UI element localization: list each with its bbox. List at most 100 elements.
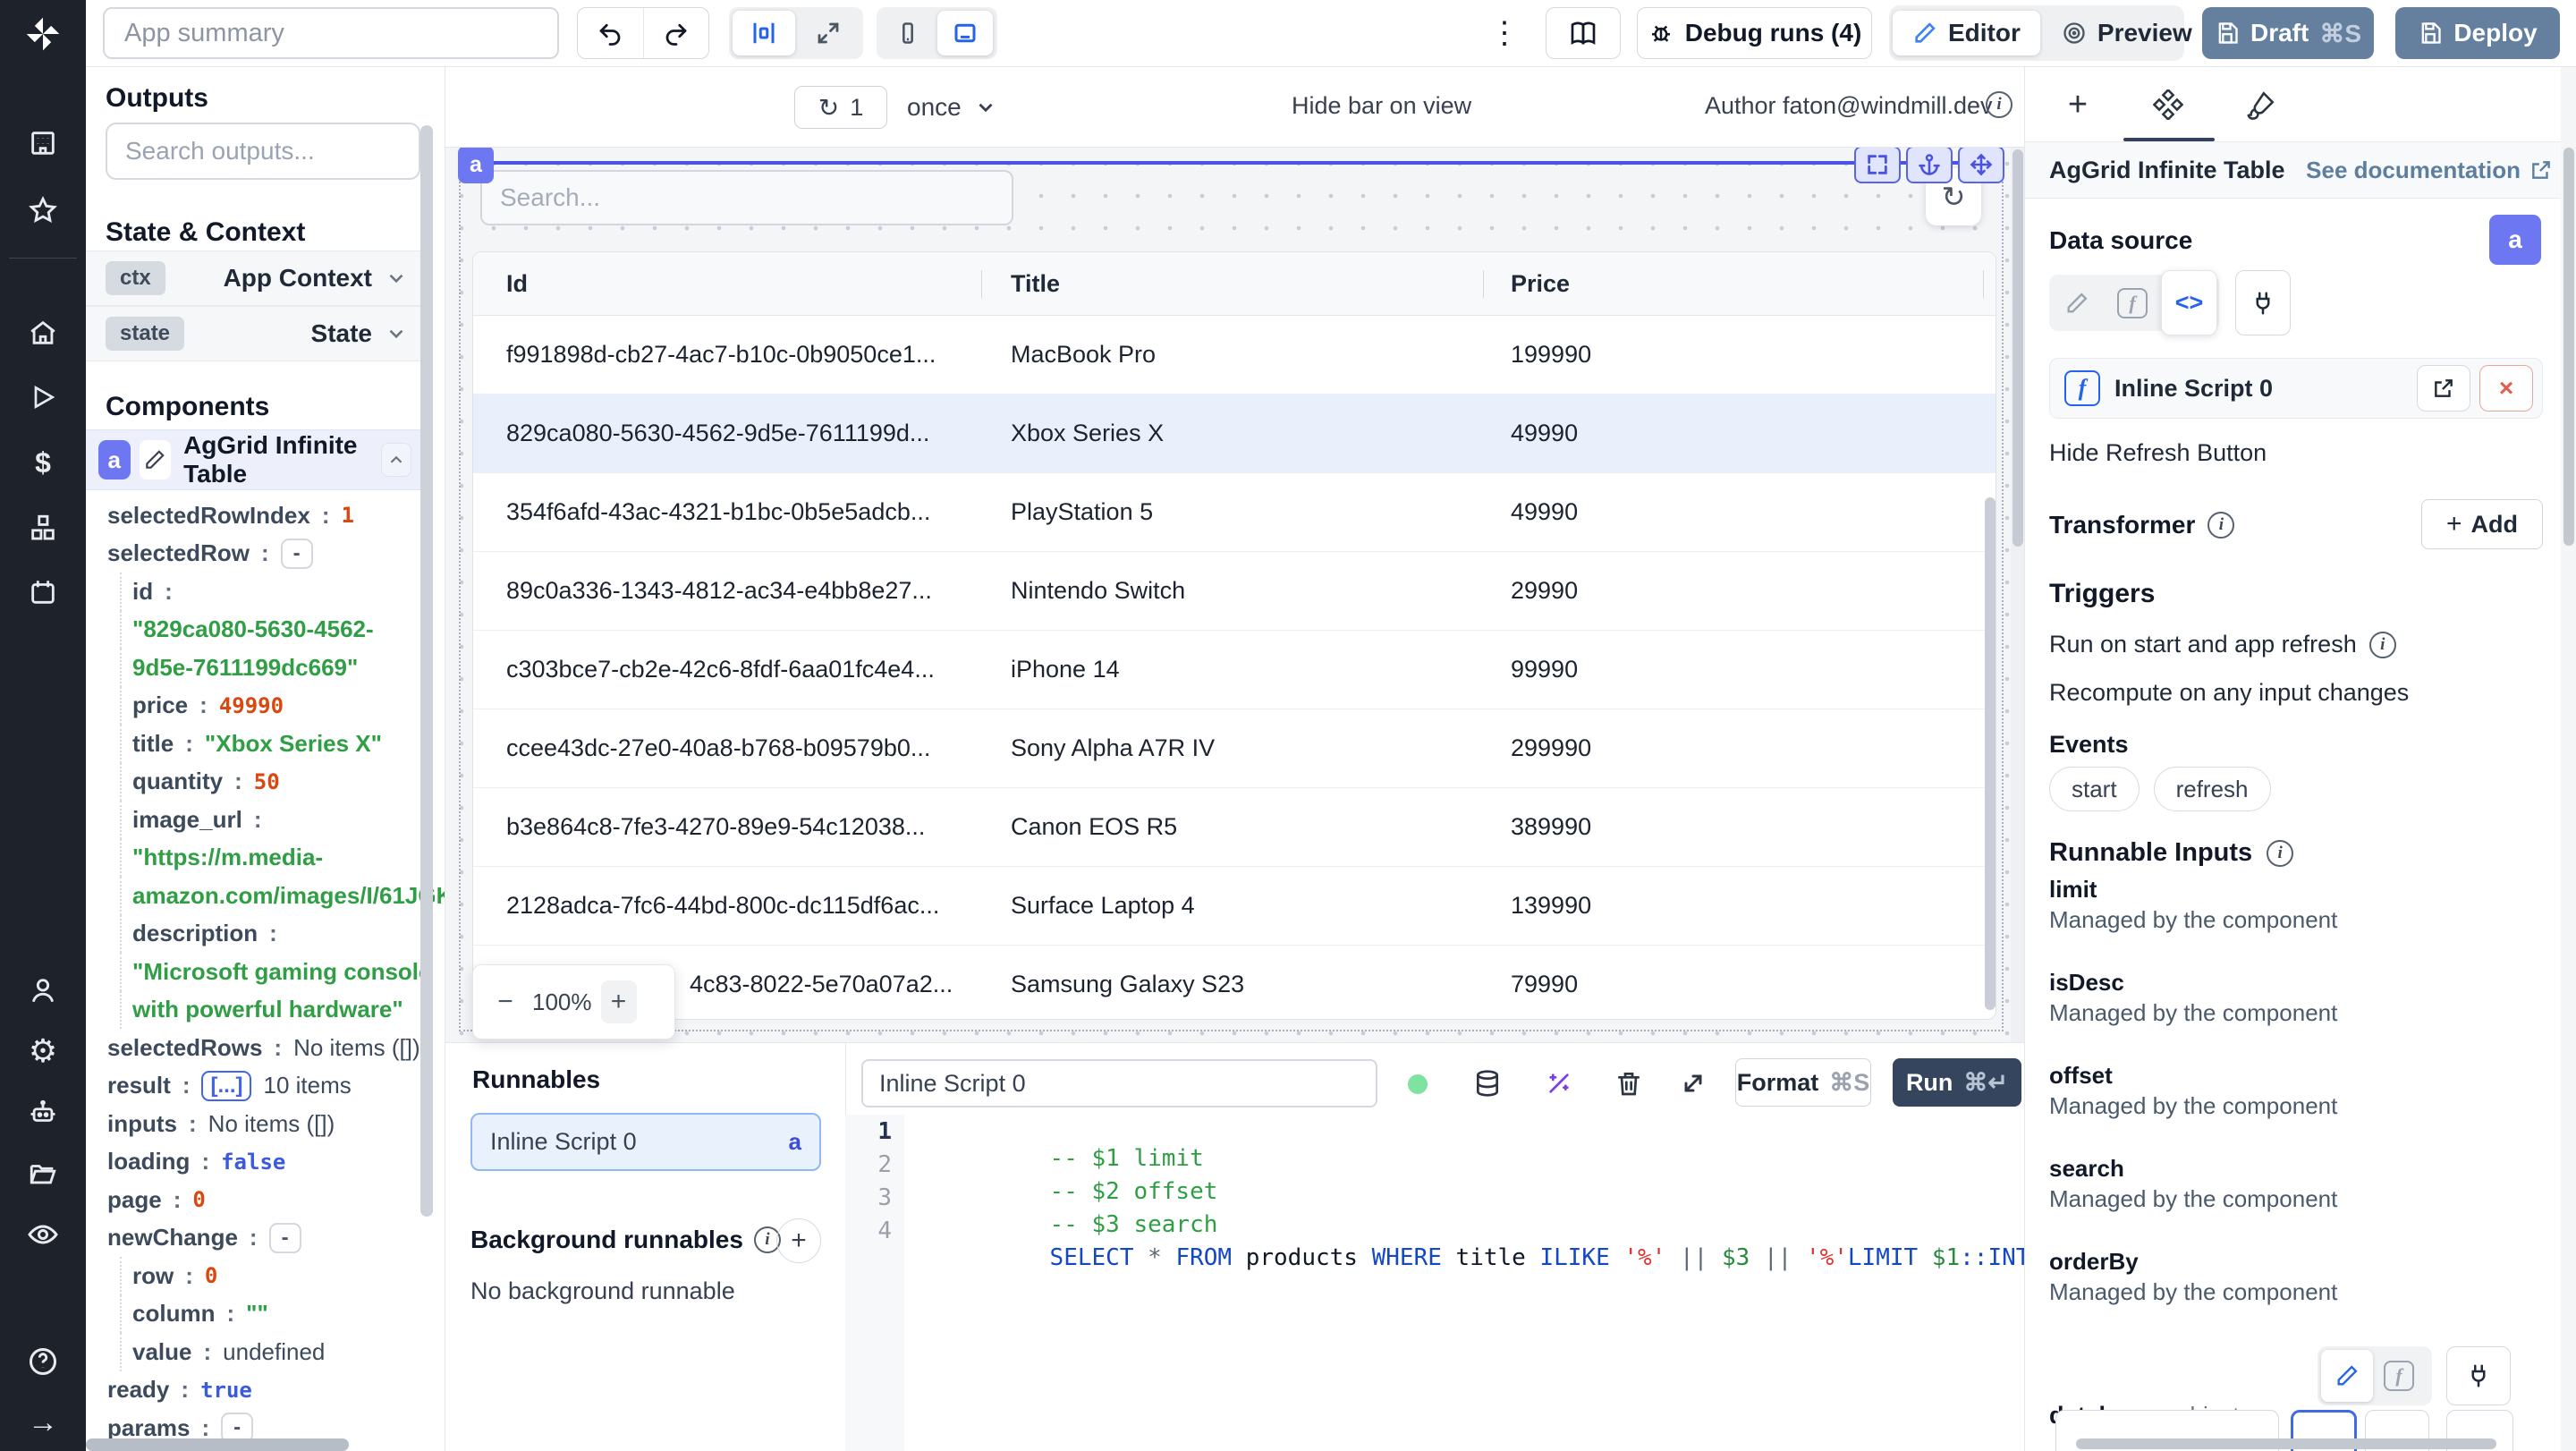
tab-preview[interactable]: Preview [2042,11,2212,55]
windmill-logo[interactable] [0,0,86,67]
ctx-row[interactable]: ctx App Context [86,250,420,306]
component-row[interactable]: a AgGrid Infinite Table [86,429,420,490]
output-tree-row[interactable]: inputs: No items ([]) [107,1105,420,1143]
chevron-down-icon[interactable] [385,322,408,345]
database-pencil-button[interactable] [2321,1350,2373,1402]
output-tree-row[interactable]: value: undefined [120,1333,420,1371]
output-tree-row[interactable]: amazon.com/images/I/61JGKhd [120,877,445,915]
add-transformer-button[interactable]: + Add [2421,499,2543,549]
output-tree-row[interactable]: "Microsoft gaming console [120,953,431,991]
database-template-button[interactable]: f [2373,1361,2425,1391]
event-pill[interactable]: refresh [2153,767,2271,811]
transformer-info-icon[interactable]: i [2207,512,2235,539]
connect-mode-button[interactable] [2235,270,2291,335]
redo-button[interactable] [642,8,709,58]
format-button[interactable]: Format ⌘S [1735,1058,1871,1107]
resources-cubes-icon[interactable] [0,512,86,544]
align-center-button[interactable] [733,11,795,55]
event-pill[interactable]: start [2049,767,2140,811]
canvas-scrollbar-thumb[interactable] [2012,149,2023,547]
column-divider[interactable] [981,270,982,298]
insert-component-tab[interactable]: + [2053,80,2103,130]
table-row[interactable]: 4c83-8022-5e70a07a2... Samsung Galaxy S2… [473,946,1996,1019]
user-icon[interactable] [0,974,86,1006]
author-info-icon[interactable]: i [1986,91,2012,118]
folders-icon[interactable] [0,1158,86,1190]
ai-assistant-button[interactable] [1537,1061,1581,1106]
column-divider[interactable] [1483,270,1484,298]
billing-dollar-icon[interactable]: $ [0,446,86,479]
debug-runs-button[interactable]: Debug runs (4) [1637,7,1872,59]
collapse-arrow-icon[interactable]: → [0,1405,86,1439]
tab-editor[interactable]: Editor [1893,11,2040,55]
output-tree-row[interactable]: id: [120,573,420,611]
template-mode-icon[interactable]: f [2105,287,2160,318]
table-row[interactable]: 2128adca-7fc6-44bd-800c-dc115df6ac... Su… [473,867,1996,946]
tree-toggle-chip[interactable]: [...] [201,1070,252,1101]
output-tree-row[interactable]: selectedRows: No items ([]) [107,1029,420,1067]
output-tree-row[interactable]: "https://m.media- [120,838,420,877]
documentation-book-button[interactable] [1546,7,1621,59]
collapse-component-button[interactable] [380,443,411,477]
outputs-vertical-scrollbar[interactable] [420,125,433,1217]
mobile-view-button[interactable] [880,11,936,55]
output-tree-row[interactable]: result: [...] 10 items [107,1067,420,1106]
draft-button[interactable]: Draft ⌘S [2202,7,2374,59]
zoom-out-button[interactable]: − [487,980,523,1023]
expand-editor-button[interactable] [1671,1061,1716,1106]
output-tree-row[interactable]: quantity:50 [120,762,420,801]
workspace-icon[interactable] [0,127,86,159]
output-tree-row[interactable]: newChange: - [107,1219,420,1258]
column-header-id[interactable]: Id [473,270,981,298]
runnable-inputs-info-icon[interactable]: i [2267,839,2294,867]
output-tree-row[interactable]: "829ca080-5630-4562- [120,610,420,649]
output-tree-row[interactable]: image_url: [120,801,420,839]
column-header-price[interactable]: Price [1483,270,1570,298]
delete-script-button[interactable] [1606,1061,1651,1106]
component-move-button[interactable] [1958,146,2004,183]
runnable-item-inline-script-0[interactable]: Inline Script 0 a [470,1113,821,1171]
run-button[interactable]: Run ⌘↵ [1893,1058,2021,1107]
output-tree-row[interactable]: ready: true [107,1371,420,1410]
app-canvas[interactable]: a ↻ Id Title Price f991 [445,146,2024,1042]
database-connect-button[interactable] [2446,1346,2511,1405]
table-row[interactable]: 354f6afd-43ac-4321-b1bc-0b5e5adcb... Pla… [473,473,1996,552]
open-script-button[interactable] [2417,365,2470,412]
output-tree-row[interactable]: price:49990 [120,686,420,725]
tree-toggle-chip[interactable]: - [280,538,313,569]
settings-gear-icon[interactable]: ⚙ [0,1032,86,1069]
run-on-start-info-icon[interactable]: i [2368,631,2396,658]
see-documentation-link[interactable]: See documentation [2306,157,2553,184]
rename-component-button[interactable] [139,440,172,479]
output-tree-row[interactable]: description: [120,914,420,953]
undo-button[interactable] [578,8,643,58]
column-header-title[interactable]: Title [981,270,1483,298]
table-search-input[interactable] [480,170,1013,225]
search-outputs-input[interactable] [106,123,420,180]
help-icon[interactable] [0,1345,86,1378]
table-row[interactable]: c303bce7-cb2e-42c6-8fdf-6aa01fc4e4... iP… [473,631,1996,709]
zoom-in-button[interactable]: + [600,980,637,1023]
desktop-view-button[interactable] [937,11,993,55]
app-summary-input[interactable] [103,7,559,59]
tree-toggle-chip[interactable]: - [268,1222,301,1253]
output-tree-row[interactable]: column: "" [120,1294,420,1333]
deploy-button[interactable]: Deploy [2395,7,2560,59]
inline-script-row[interactable]: f Inline Script 0 × [2049,358,2543,419]
chevron-down-icon[interactable] [385,267,408,290]
state-row[interactable]: state State [86,306,420,361]
output-tree-row[interactable]: loading: false [107,1143,420,1182]
schedule-select[interactable]: once [907,86,997,129]
audit-eye-icon[interactable] [0,1218,86,1251]
schedules-calendar-icon[interactable] [0,576,86,608]
canvas-scrollbar-track[interactable] [2011,148,2024,1042]
output-tree-row[interactable]: row:0 [120,1257,420,1295]
ai-robot-icon[interactable] [0,1097,86,1129]
favorites-star-icon[interactable] [0,194,86,226]
code-mode-button[interactable]: <> [2161,270,2217,335]
output-tree-row[interactable]: with powerful hardware" [120,990,420,1029]
table-scrollbar[interactable] [1985,497,1996,1010]
output-tree-row[interactable]: selectedRow: - [107,535,420,573]
output-tree-row[interactable]: selectedRowIndex:1 [107,496,420,535]
output-tree-row[interactable]: title: "Xbox Series X" [120,725,420,763]
